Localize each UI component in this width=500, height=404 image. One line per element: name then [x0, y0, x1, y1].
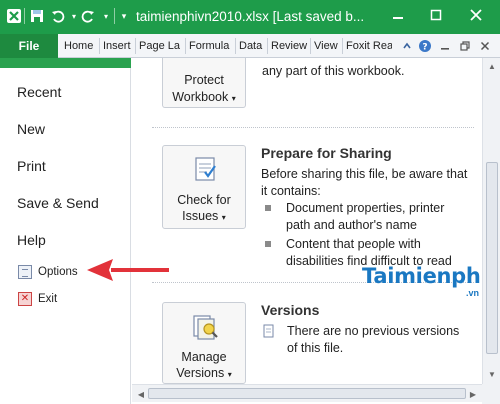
- tab-home[interactable]: Home: [64, 34, 100, 58]
- exit-icon: ✕: [18, 292, 32, 306]
- window-title: taimienphivn2010.xlsx [Last saved b...: [136, 9, 365, 24]
- quick-access-separator: [24, 8, 25, 24]
- nav-item-save-send[interactable]: Save & Send: [17, 195, 99, 211]
- section-divider: [152, 127, 474, 128]
- versions-text-line2: of this file.: [287, 341, 344, 355]
- chevron-up-icon[interactable]: [398, 37, 416, 55]
- check-label-line2: Issues ▾: [182, 209, 226, 223]
- prepare-desc-line1: Before sharing this file, be aware that: [261, 167, 468, 181]
- nav-item-options[interactable]: Options: [18, 265, 78, 279]
- title-bar: ▾ ▾ ▾ taimienphivn2010.xlsx [Last saved …: [0, 0, 500, 34]
- tab-insert[interactable]: Insert: [103, 34, 135, 58]
- scroll-down-icon[interactable]: ▼: [483, 366, 500, 382]
- tab-separator: [135, 38, 136, 54]
- red-arrow-pointer: [87, 259, 169, 281]
- tab-separator: [185, 38, 186, 54]
- bullet1-line2: path and author's name: [286, 218, 417, 232]
- taimienphi-logo: Taimienphi: [362, 264, 488, 288]
- svg-text:?: ?: [422, 43, 427, 53]
- bullet-icon: [265, 241, 271, 247]
- tab-separator: [310, 38, 311, 54]
- nav-exit-label: Exit: [38, 293, 58, 305]
- help-icon[interactable]: ?: [416, 37, 434, 55]
- nav-item-new[interactable]: New: [17, 121, 45, 137]
- protect-description: any part of this workbook.: [262, 64, 405, 78]
- protect-workbook-button[interactable]: Protect Workbook ▾: [162, 58, 246, 108]
- save-icon[interactable]: [27, 6, 47, 26]
- tab-separator: [235, 38, 236, 54]
- scroll-up-icon[interactable]: ▲: [483, 58, 500, 74]
- check-document-icon: [195, 157, 216, 181]
- tab-page-layout[interactable]: Page La: [139, 34, 184, 58]
- tab-view[interactable]: View: [314, 34, 342, 58]
- backstage-nav: Recent New Print Save & Send Help Option…: [0, 58, 131, 404]
- vertical-scrollbar[interactable]: ▲ ▼: [482, 58, 500, 384]
- bullet2-line1: Content that people with: [286, 237, 421, 251]
- ribbon-tab-bar: File Home Insert Page La Formula Data Re…: [0, 34, 500, 58]
- restore-icon[interactable]: [456, 37, 474, 55]
- nav-item-help[interactable]: Help: [17, 232, 46, 248]
- horizontal-scrollbar[interactable]: ◀ ▶: [132, 384, 482, 402]
- close-icon[interactable]: [462, 3, 490, 27]
- options-icon: [18, 265, 32, 279]
- maximize-icon[interactable]: [422, 3, 450, 27]
- protect-label-line1: Protect: [184, 73, 224, 87]
- versions-label-line1: Manage: [181, 350, 227, 364]
- scroll-right-icon[interactable]: ▶: [464, 386, 482, 402]
- redo-icon[interactable]: [78, 6, 98, 26]
- tab-review[interactable]: Review: [271, 34, 309, 58]
- tab-separator: [267, 38, 268, 54]
- tab-separator: [342, 38, 343, 54]
- manage-versions-button[interactable]: Manage Versions ▾: [162, 302, 246, 384]
- tab-separator: [99, 38, 100, 54]
- prepare-title: Prepare for Sharing: [261, 145, 392, 161]
- horizontal-scroll-thumb[interactable]: [148, 388, 466, 399]
- versions-label-line2: Versions ▾: [176, 366, 232, 380]
- scrollbar-corner: [482, 384, 500, 404]
- document-icon: [263, 324, 274, 338]
- prepare-desc-line2: it contains:: [261, 184, 321, 198]
- versions-text-line1: There are no previous versions: [287, 324, 460, 338]
- check-for-issues-button[interactable]: Check for Issues ▾: [162, 145, 246, 229]
- bullet1-line1: Document properties, printer: [286, 201, 445, 215]
- manage-versions-icon: [193, 315, 218, 340]
- versions-title: Versions: [261, 302, 320, 318]
- tab-formulas[interactable]: Formula: [189, 34, 233, 58]
- redo-dropdown-icon[interactable]: ▾: [96, 6, 116, 26]
- nav-info-highlight[interactable]: [0, 58, 131, 68]
- minimize-icon[interactable]: [384, 3, 412, 27]
- minimize-ribbon-icon[interactable]: [436, 37, 454, 55]
- check-label-line1: Check for: [177, 193, 231, 207]
- tab-foxit-reader[interactable]: Foxit Rea: [346, 34, 392, 58]
- nav-item-exit[interactable]: ✕ Exit: [18, 292, 57, 306]
- close-workbook-icon[interactable]: [476, 37, 494, 55]
- taimienphi-logo-suffix: .vn: [466, 288, 480, 298]
- nav-options-label: Options: [38, 266, 78, 278]
- nav-item-print[interactable]: Print: [17, 158, 46, 174]
- tab-file[interactable]: File: [0, 34, 58, 58]
- vertical-scroll-thumb[interactable]: [486, 162, 498, 354]
- bullet-icon: [265, 205, 271, 211]
- excel-icon[interactable]: [4, 6, 24, 26]
- tab-data[interactable]: Data: [239, 34, 267, 58]
- customize-dropdown-icon[interactable]: ▾: [114, 6, 134, 26]
- protect-label-line2: Workbook ▾: [172, 90, 236, 104]
- nav-item-recent[interactable]: Recent: [17, 84, 61, 100]
